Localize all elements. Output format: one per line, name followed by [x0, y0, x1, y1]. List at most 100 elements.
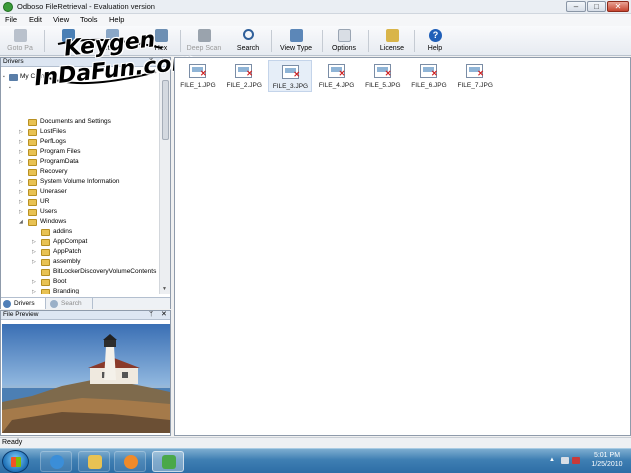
recover-button[interactable] — [50, 28, 86, 55]
file-name: FILE_3.JPG — [272, 83, 309, 90]
taskbar-app-media-player[interactable] — [114, 451, 146, 472]
folder-icon — [28, 199, 37, 206]
tab-search-label: Search — [61, 300, 82, 307]
file-item[interactable]: ✕ FILE_1.JPG — [176, 60, 220, 92]
tree-item-label: Program Files — [40, 148, 81, 155]
expand-icon[interactable]: ▷ — [19, 150, 24, 155]
start-button[interactable] — [2, 450, 29, 473]
menu-file[interactable]: File — [5, 15, 17, 24]
deleted-mark-icon: ✕ — [293, 70, 301, 79]
search-button[interactable]: Search — [230, 28, 266, 55]
file-item[interactable]: ✕ FILE_7.JPG — [453, 60, 497, 92]
media-player-icon — [124, 455, 138, 469]
taskbar-app-fileretrieval[interactable] — [152, 451, 184, 472]
file-item[interactable]: ✕ FILE_4.JPG — [315, 60, 359, 92]
hex-button[interactable]: Hex — [146, 28, 176, 55]
folder-icon — [28, 119, 37, 126]
file-preview-pane: File Preview ᛘ ✕ — [0, 310, 171, 436]
expand-icon[interactable]: ▷ — [19, 200, 24, 205]
clock-time[interactable]: 5:01 PM — [585, 452, 629, 459]
expand-icon[interactable]: ▷ — [19, 160, 24, 165]
menu-tools[interactable]: Tools — [80, 15, 98, 24]
file-list-area[interactable]: ✕ FILE_1.JPG ✕ FILE_2.JPG ✕ FILE_3.JPG ✕ FILE_4… — [174, 57, 631, 436]
fileretrieval-icon — [162, 455, 176, 469]
file-item[interactable]: ✕ FILE_3.JPG — [268, 60, 313, 92]
tab-search[interactable]: Search — [48, 298, 93, 309]
tree-item-label: Recovery — [40, 168, 68, 175]
properties-button[interactable]: rties — [92, 28, 132, 55]
scroll-up-icon[interactable]: ▲ — [162, 69, 167, 75]
deep-scan-button[interactable]: Deep Scan — [184, 28, 224, 55]
menu-help[interactable]: Help — [109, 15, 124, 24]
menu-view[interactable]: View — [53, 15, 69, 24]
expand-icon[interactable]: ▷ — [19, 140, 24, 145]
taskbar-app-internet-explorer[interactable] — [40, 451, 72, 472]
menu-edit[interactable]: Edit — [29, 15, 42, 24]
deleted-mark-icon: ✕ — [338, 69, 346, 78]
clock-date[interactable]: 1/25/2010 — [585, 461, 629, 468]
tab-drivers[interactable]: Drivers — [1, 298, 46, 309]
tree-item-label: System Volume Information — [40, 178, 120, 185]
taskbar-app-explorer[interactable] — [78, 451, 110, 472]
file-item[interactable]: ✕ FILE_2.JPG — [222, 60, 266, 92]
pin-icon[interactable]: ᛘ — [149, 311, 153, 319]
tree-vertical-scrollbar[interactable]: ▲ ▼ — [159, 68, 170, 294]
tree-root-label: My Comp — [20, 73, 48, 80]
expand-icon[interactable]: ▷ — [19, 180, 24, 185]
drivers-pane-close-button[interactable]: ✕ — [161, 58, 167, 66]
folder-icon — [41, 249, 50, 256]
folder-tree[interactable]: ▪ My Comp ▪ Documents and Settings ▷ LostF… — [1, 68, 159, 294]
expand-icon[interactable]: ▷ — [32, 250, 37, 255]
expand-icon[interactable]: ▷ — [32, 240, 37, 245]
taskbar: ▲ 5:01 PM 1/25/2010 — [0, 448, 631, 473]
help-button[interactable]: ? Help — [419, 28, 451, 55]
tree-item-label: assembly — [53, 258, 81, 265]
folder-icon — [41, 269, 50, 276]
tree-item-label: ProgramData — [40, 158, 79, 165]
toolbar-separator — [322, 30, 323, 52]
properties-label: rties — [105, 45, 119, 52]
scroll-down-icon[interactable]: ▼ — [162, 286, 167, 292]
network-icon[interactable] — [561, 457, 569, 464]
expand-icon[interactable]: ▷ — [32, 280, 37, 285]
maximize-button[interactable]: □ — [587, 1, 606, 12]
folder-icon — [28, 219, 37, 226]
scroll-thumb[interactable] — [162, 80, 169, 140]
close-button[interactable]: ✕ — [607, 1, 629, 12]
expand-icon[interactable]: ▷ — [32, 260, 37, 265]
view-type-button[interactable]: View Type — [276, 28, 316, 55]
expand-icon[interactable]: ▷ — [19, 190, 24, 195]
collapse-icon[interactable]: ▪ — [9, 86, 14, 91]
tree-item-label: Boot — [53, 278, 67, 285]
broken-image-icon: ✕ — [420, 64, 438, 78]
tray-expand-icon[interactable]: ▲ — [549, 457, 555, 463]
expand-icon[interactable]: ▷ — [19, 210, 24, 215]
folder-icon — [88, 455, 102, 469]
computer-icon — [9, 74, 18, 81]
properties-icon — [106, 29, 119, 42]
title-bar: Odboso FileRetrieval - Evaluation versio… — [0, 0, 631, 14]
system-tray: ▲ 5:01 PM 1/25/2010 — [545, 449, 631, 473]
collapse-icon[interactable]: ▪ — [3, 75, 8, 80]
tree-item-label: Branding — [53, 288, 80, 294]
file-name: FILE_2.JPG — [226, 82, 262, 89]
folder-icon — [28, 169, 37, 176]
pin-icon[interactable]: ᛘ — [149, 58, 153, 66]
expand-icon[interactable]: ▷ — [32, 290, 37, 295]
options-icon — [338, 29, 351, 42]
collapse-icon[interactable]: ◢ — [19, 220, 24, 225]
file-item[interactable]: ✕ FILE_6.JPG — [407, 60, 451, 92]
folder-icon — [28, 129, 37, 136]
goto-parent-label: Goto Pa — [7, 45, 33, 52]
goto-parent-button[interactable]: Goto Pa — [0, 28, 40, 55]
action-center-icon[interactable] — [572, 457, 580, 464]
expand-icon[interactable]: ▷ — [19, 130, 24, 135]
file-preview-close-button[interactable]: ✕ — [161, 311, 167, 319]
options-button[interactable]: Options — [326, 28, 362, 55]
file-item[interactable]: ✕ FILE_5.JPG — [361, 60, 405, 92]
license-button[interactable]: License — [374, 28, 410, 55]
file-preview-title: File Preview — [3, 311, 39, 318]
minimize-button[interactable]: – — [566, 1, 586, 12]
file-name: FILE_6.JPG — [411, 82, 447, 89]
toolbar-separator — [180, 30, 181, 52]
